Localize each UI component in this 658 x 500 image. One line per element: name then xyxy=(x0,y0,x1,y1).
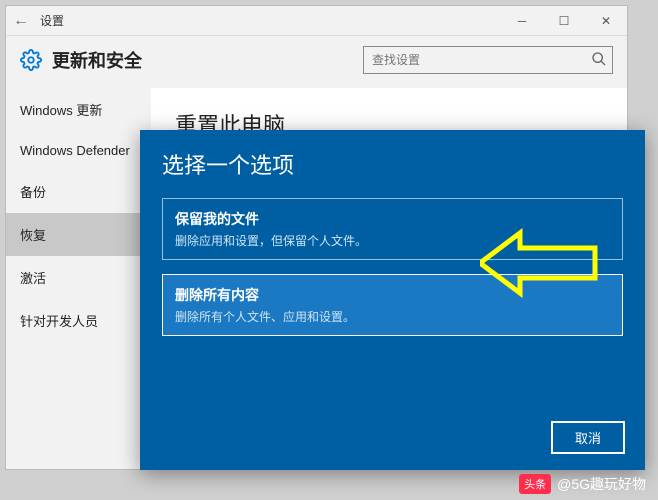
window-title: 设置 xyxy=(40,12,64,29)
titlebar: ← 设置 ─ ☐ ✕ xyxy=(6,6,627,36)
sidebar-item-activation[interactable]: 激活 xyxy=(6,256,151,299)
option-keep-files[interactable]: 保留我的文件 删除应用和设置，但保留个人文件。 xyxy=(162,198,623,260)
dialog-title: 选择一个选项 xyxy=(162,148,623,180)
page-title: 更新和安全 xyxy=(52,47,142,73)
search-input[interactable] xyxy=(363,46,613,74)
option-desc: 删除应用和设置，但保留个人文件。 xyxy=(175,232,610,249)
search-wrap xyxy=(363,46,613,74)
watermark-text: @5G趣玩好物 xyxy=(557,474,646,494)
search-icon xyxy=(591,51,607,67)
close-button[interactable]: ✕ xyxy=(585,7,627,35)
sidebar: Windows 更新 Windows Defender 备份 恢复 激活 针对开… xyxy=(6,88,151,461)
minimize-button[interactable]: ─ xyxy=(501,7,543,35)
option-title: 删除所有内容 xyxy=(175,285,610,305)
sidebar-item-windows-defender[interactable]: Windows Defender xyxy=(6,131,151,170)
option-desc: 删除所有个人文件、应用和设置。 xyxy=(175,308,610,325)
back-button[interactable]: ← xyxy=(6,12,36,30)
option-title: 保留我的文件 xyxy=(175,209,610,229)
watermark-badge: 头条 xyxy=(519,474,551,494)
option-remove-everything[interactable]: 删除所有内容 删除所有个人文件、应用和设置。 xyxy=(162,274,623,336)
reset-dialog: 选择一个选项 保留我的文件 删除应用和设置，但保留个人文件。 删除所有内容 删除… xyxy=(140,130,645,470)
sidebar-item-backup[interactable]: 备份 xyxy=(6,170,151,213)
cancel-button[interactable]: 取消 xyxy=(551,421,625,454)
sidebar-item-recovery[interactable]: 恢复 xyxy=(6,213,151,256)
sidebar-item-windows-update[interactable]: Windows 更新 xyxy=(6,88,151,131)
header: 更新和安全 xyxy=(6,36,627,88)
maximize-button[interactable]: ☐ xyxy=(543,7,585,35)
sidebar-item-developers[interactable]: 针对开发人员 xyxy=(6,299,151,342)
gear-icon xyxy=(20,49,42,71)
watermark: 头条 @5G趣玩好物 xyxy=(519,474,646,494)
